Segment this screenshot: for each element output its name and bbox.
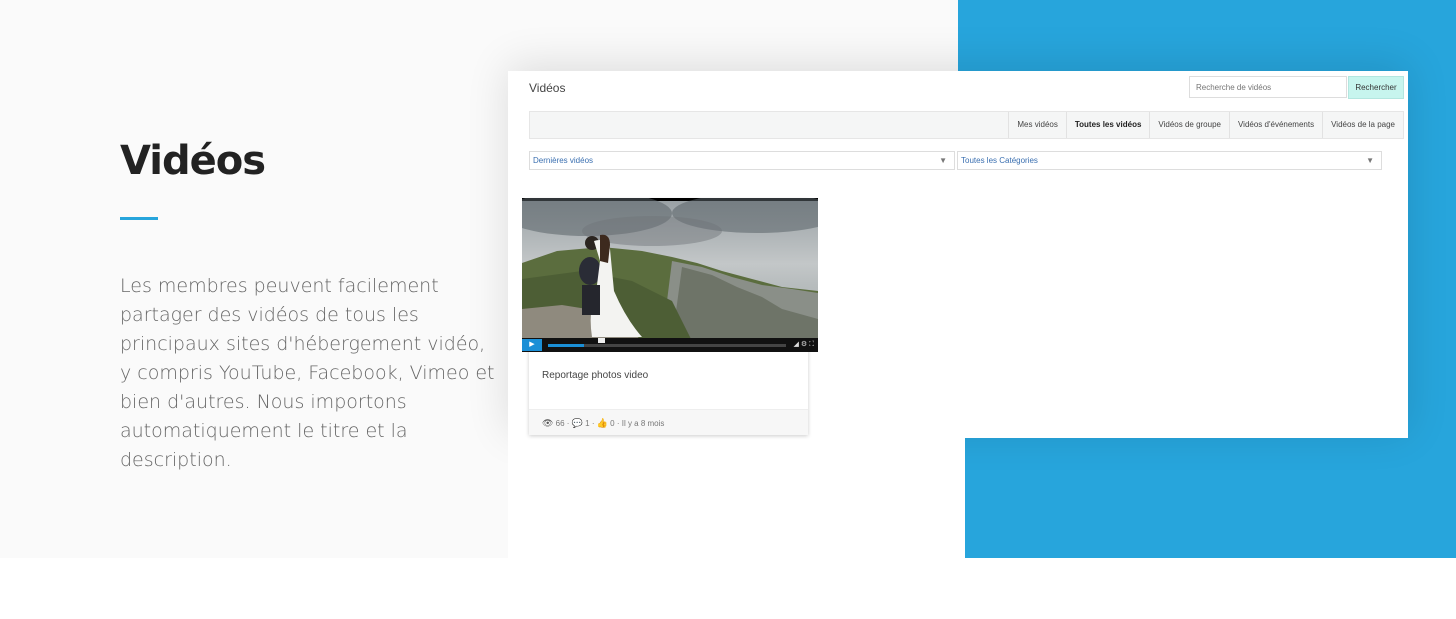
view-count: 66 xyxy=(555,419,565,428)
category-select-value: Toutes les Catégories xyxy=(961,156,1038,165)
time-tooltip xyxy=(598,338,606,343)
app-screenshot: Vidéos Rechercher Mes vidéos Toutes les … xyxy=(508,71,1408,438)
screenshot-extension xyxy=(508,438,965,558)
player-controls: ▶ ◢ ⚙ ⛶ xyxy=(522,338,818,352)
search-button[interactable]: Rechercher xyxy=(1348,76,1404,99)
tab-list: Mes vidéos Toutes les vidéos Vidéos de g… xyxy=(1008,112,1403,138)
video-stats: 👁 66 · 💬 1 · 👍 0 · Il y a 8 mois xyxy=(529,409,808,435)
seek-bar-progress xyxy=(548,344,584,347)
chevron-down-icon: ▼ xyxy=(1366,156,1374,165)
video-age: Il y a 8 mois xyxy=(621,419,665,428)
eye-icon: 👁 xyxy=(542,418,554,428)
title-underline xyxy=(120,217,158,220)
video-scene-image xyxy=(522,234,818,341)
search-input[interactable] xyxy=(1189,76,1347,98)
like-count: 0 xyxy=(610,419,615,428)
comment-icon: 💬 xyxy=(571,418,583,428)
video-player[interactable]: ▶ ◢ ⚙ ⛶ xyxy=(522,198,818,352)
chevron-down-icon: ▼ xyxy=(939,156,947,165)
section-title: Vidéos xyxy=(120,138,266,184)
video-title[interactable]: Reportage photos video xyxy=(542,370,648,381)
comment-count: 1 xyxy=(585,419,590,428)
seek-bar[interactable] xyxy=(548,338,786,347)
tab-all-videos[interactable]: Toutes les vidéos xyxy=(1065,112,1150,138)
tab-my-videos[interactable]: Mes vidéos xyxy=(1008,112,1065,138)
sort-select-value: Dernières vidéos xyxy=(533,156,594,165)
tab-event-videos[interactable]: Vidéos d'événements xyxy=(1228,112,1322,138)
tab-bar: Mes vidéos Toutes les vidéos Vidéos de g… xyxy=(529,111,1404,139)
thumbs-up-icon: 👍 xyxy=(596,418,608,428)
volume-settings-fullscreen-icons[interactable]: ◢ ⚙ ⛶ xyxy=(794,339,814,351)
sort-select[interactable]: Dernières vidéos ▼ xyxy=(529,151,955,170)
tab-group-videos[interactable]: Vidéos de groupe xyxy=(1149,112,1229,138)
play-icon[interactable]: ▶ xyxy=(522,339,542,351)
category-select[interactable]: Toutes les Catégories ▼ xyxy=(957,151,1382,170)
tab-page-videos[interactable]: Vidéos de la page xyxy=(1322,112,1403,138)
section-description: Les membres peuvent facilement partager … xyxy=(120,275,495,471)
app-page-title: Vidéos xyxy=(529,81,566,95)
